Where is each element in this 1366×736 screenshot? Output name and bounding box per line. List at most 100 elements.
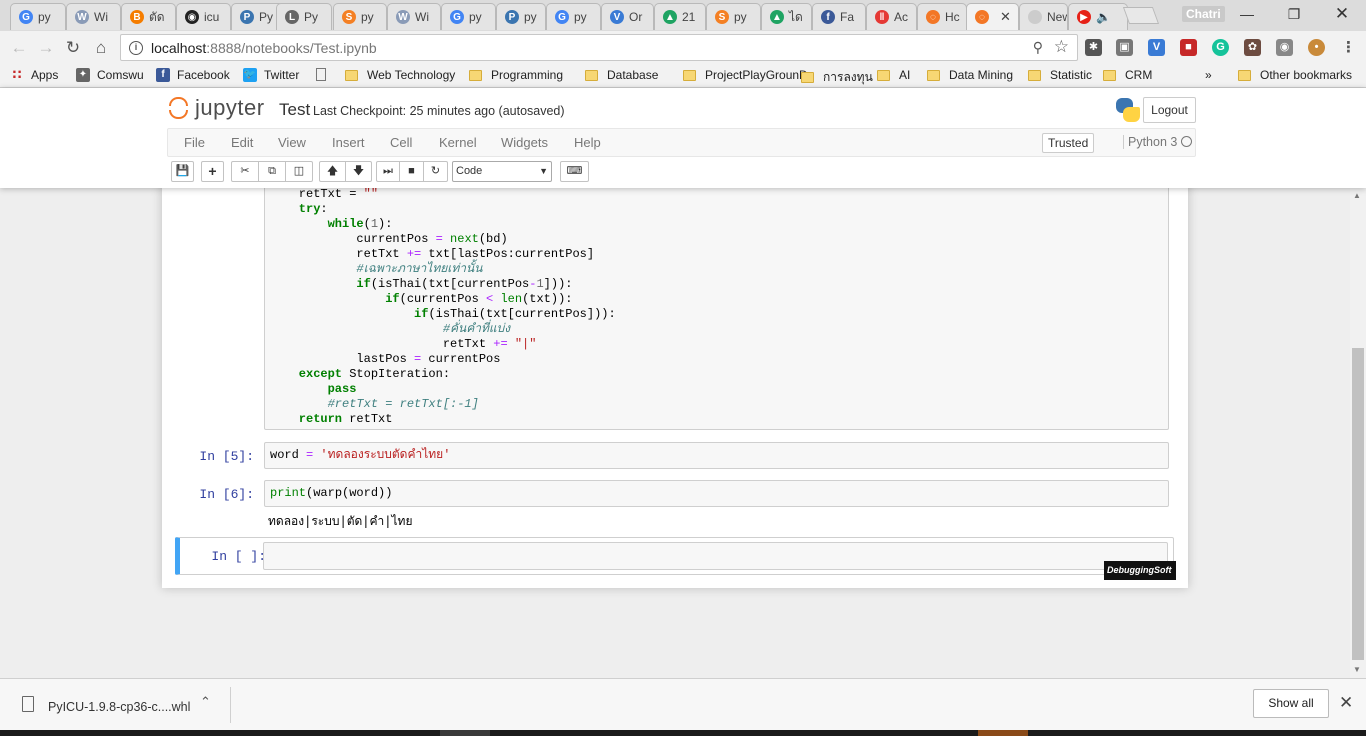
move-up-icon[interactable]: 🡅 — [320, 162, 346, 181]
bookmark-folder[interactable]: Database — [585, 68, 658, 82]
bookmarks-overflow-icon[interactable]: » — [1205, 68, 1212, 82]
new-tab-button[interactable] — [1122, 7, 1160, 24]
jupyter-logo[interactable]: jupyter — [168, 95, 265, 121]
browser-tab[interactable]: Spy — [333, 3, 387, 30]
code-cell-input[interactable]: word = 'ทดลองระบบตัดคำไทย' — [264, 442, 1169, 469]
reload-icon[interactable]: ↻ — [62, 37, 84, 59]
extension-lock-icon[interactable]: ▣ — [1116, 39, 1133, 56]
extension-bee-icon[interactable]: ✿ — [1244, 39, 1261, 56]
forward-icon[interactable]: → — [35, 37, 57, 59]
extension-book-icon[interactable]: ■ — [1180, 39, 1197, 56]
show-all-button[interactable]: Show all — [1253, 689, 1329, 718]
browser-tab[interactable]: ‖ Ac — [866, 3, 917, 30]
close-tab-icon[interactable]: ✕ — [1000, 9, 1011, 25]
browser-tab[interactable]: L Py — [276, 3, 332, 30]
screenshot-camera-icon[interactable]: ◉ — [1276, 39, 1293, 56]
bookmark-folder[interactable]: Data Mining — [927, 68, 1013, 82]
menu-help[interactable]: Help — [574, 135, 601, 150]
paste-icon[interactable]: ◫ — [286, 162, 312, 181]
copy-icon[interactable]: ⧉ — [259, 162, 286, 181]
insert-cell-icon[interactable]: + — [201, 161, 224, 182]
zoom-icon[interactable]: ⚲ — [1033, 39, 1043, 56]
cell-type-select[interactable]: Code ▼ — [452, 161, 552, 182]
bookmark-folder[interactable]: Statistic — [1028, 68, 1092, 82]
back-icon[interactable]: ← — [8, 37, 30, 59]
code-editor[interactable]: retTxt = "" try: while(1): currentPos = … — [270, 188, 616, 427]
browser-tab[interactable]: ◉ icu — [176, 3, 231, 30]
chrome-menu-icon[interactable]: ⋮ — [1340, 39, 1357, 56]
site-info-icon[interactable]: i — [129, 40, 143, 55]
page-scrollbar[interactable]: ▲ ▼ — [1350, 188, 1366, 678]
browser-tab[interactable]: Gpy — [546, 3, 601, 30]
menu-widgets[interactable]: Widgets — [501, 135, 548, 150]
menu-edit[interactable]: Edit — [231, 135, 253, 150]
menu-view[interactable]: View — [278, 135, 306, 150]
browser-tab[interactable]: Ppy — [496, 3, 546, 30]
extension-v-icon[interactable]: V — [1148, 39, 1165, 56]
browser-tab[interactable]: B ตัด — [121, 3, 176, 30]
save-icon[interactable]: 💾 — [171, 161, 194, 182]
browser-tab[interactable]: Spy — [706, 3, 761, 30]
interrupt-kernel-icon[interactable]: ■ — [400, 162, 424, 181]
cut-icon[interactable]: ✂ — [232, 162, 259, 181]
menu-file[interactable]: File — [184, 135, 205, 150]
menu-insert[interactable]: Insert — [332, 135, 365, 150]
bookmark-item[interactable] — [316, 68, 326, 81]
bookmark-folder[interactable]: AI — [877, 68, 910, 82]
code-cell-input[interactable]: retTxt = "" try: while(1): currentPos = … — [264, 188, 1169, 430]
download-item[interactable]: PyICU-1.9.8-cp36-c....whl — [48, 700, 190, 714]
close-shelf-icon[interactable]: ✕ — [1339, 693, 1353, 713]
run-cell-icon[interactable]: ⏭ — [377, 162, 400, 181]
close-window-icon[interactable]: ✕ — [1332, 4, 1352, 24]
code-cell-input[interactable]: print(warp(word)) — [264, 480, 1169, 507]
move-down-icon[interactable]: 🡇 — [346, 162, 371, 181]
menu-kernel[interactable]: Kernel — [439, 135, 477, 150]
menu-cell[interactable]: Cell — [390, 135, 412, 150]
chevron-up-icon[interactable]: ⌃ — [200, 694, 211, 710]
restore-icon[interactable]: ❐ — [1284, 4, 1304, 24]
bookmark-star-icon[interactable]: ☆ — [1054, 37, 1069, 57]
notebook-name[interactable]: Test — [279, 100, 310, 120]
minimize-icon[interactable]: — — [1237, 4, 1257, 24]
bookmark-folder[interactable]: Web Technology — [345, 68, 455, 82]
notebook-site[interactable]: retTxt = "" try: while(1): currentPos = … — [0, 188, 1350, 678]
browser-tab[interactable]: ▶ 🔈 — [1068, 3, 1128, 30]
scrollbar-thumb[interactable] — [1352, 348, 1364, 660]
browser-tab[interactable]: New T — [1019, 3, 1068, 30]
browser-tab[interactable]: f Fa — [812, 3, 866, 30]
code-cell-input[interactable] — [263, 542, 1168, 570]
browser-tab[interactable]: ▲ ได — [761, 3, 812, 30]
scroll-up-icon[interactable]: ▲ — [1353, 191, 1361, 200]
browser-tab[interactable]: Gpy — [10, 3, 66, 30]
other-bookmarks-folder[interactable]: Other bookmarks — [1238, 68, 1352, 82]
selected-cell[interactable]: In [ ]: — [175, 537, 1174, 575]
browser-tab[interactable]: W Wi — [66, 3, 121, 30]
browser-tab[interactable]: ◌ ✕ — [966, 3, 1019, 30]
grammarly-icon[interactable]: G — [1212, 39, 1229, 56]
restart-kernel-icon[interactable]: ↻ — [424, 162, 447, 181]
extension-puzzle-icon[interactable]: ✱ — [1085, 39, 1102, 56]
cookie-icon[interactable]: • — [1308, 39, 1325, 56]
bookmark-folder[interactable]: ProjectPlayGrounD — [683, 68, 808, 82]
bookmark-item[interactable]: f Facebook — [156, 68, 230, 82]
logout-button[interactable]: Logout — [1143, 97, 1196, 123]
bookmark-item[interactable]: ✦ Comswu — [76, 68, 144, 82]
browser-tab[interactable]: Gpy — [441, 3, 496, 30]
scroll-down-icon[interactable]: ▼ — [1353, 665, 1361, 674]
command-palette-keyboard-icon[interactable]: ⌨ — [560, 161, 589, 182]
browser-tab[interactable]: W Wi — [387, 3, 441, 30]
code-editor[interactable]: word = 'ทดลองระบบตัดคำไทย' — [270, 448, 450, 463]
browser-tab[interactable]: V Or — [601, 3, 654, 30]
browser-tab[interactable]: ▲ 21 — [654, 3, 706, 30]
kernel-name[interactable]: Python 3 — [1123, 135, 1177, 149]
bookmark-folder[interactable]: CRM — [1103, 68, 1152, 82]
bookmark-folder[interactable]: การลงทุน — [801, 68, 873, 87]
profile-button[interactable]: Chatri — [1182, 6, 1225, 22]
browser-tab[interactable]: ◌ Hc — [917, 3, 967, 30]
bookmark-folder[interactable]: Programming — [469, 68, 563, 82]
home-icon[interactable]: ⌂ — [90, 37, 112, 59]
trusted-badge[interactable]: Trusted — [1042, 133, 1095, 153]
bookmark-item[interactable]: 🐦 Twitter — [243, 68, 299, 82]
address-bar[interactable]: i localhost:8888/notebooks/Test.ipynb ⚲ … — [120, 34, 1078, 61]
code-editor[interactable]: print(warp(word)) — [270, 486, 392, 501]
